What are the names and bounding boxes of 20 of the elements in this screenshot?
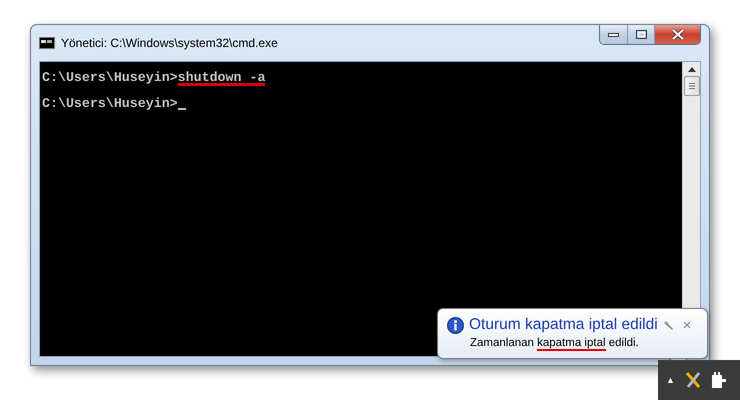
console-icon — [39, 37, 55, 49]
prompt-text: C:\Users\Huseyin> — [42, 70, 178, 86]
balloon-title: Oturum kapatma iptal edildi — [469, 316, 658, 334]
show-hidden-icons-button[interactable]: ▲ — [666, 375, 675, 385]
tools-icon[interactable] — [684, 371, 701, 389]
maximize-icon — [636, 30, 646, 39]
close-button[interactable] — [654, 25, 700, 44]
command-text: shutdown -a — [178, 70, 266, 86]
prompt-text: C:\Users\Huseyin> — [42, 96, 178, 112]
scroll-up-icon[interactable] — [688, 67, 696, 72]
info-icon — [447, 316, 464, 334]
maximize-button[interactable] — [627, 25, 654, 44]
minimize-button[interactable] — [600, 25, 627, 44]
scroll-thumb[interactable] — [684, 76, 700, 96]
close-icon — [670, 29, 684, 40]
window-title: Yönetici: C:\Windows\system32\cmd.exe — [61, 36, 278, 50]
minimize-icon — [608, 32, 619, 36]
wrench-icon[interactable] — [662, 320, 674, 330]
power-plug-icon[interactable] — [710, 371, 727, 389]
balloon-message: Zamanlanan kapatma iptal edildi. — [469, 337, 640, 349]
